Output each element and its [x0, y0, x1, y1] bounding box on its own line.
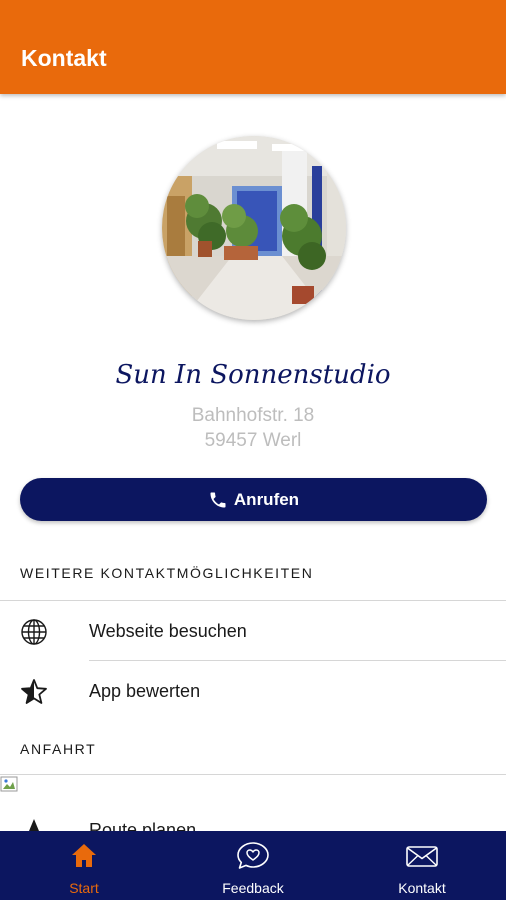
nav-tab-feedback[interactable]: Feedback	[169, 831, 337, 900]
address-city: 59457 Werl	[204, 430, 302, 451]
business-name: Sun In Sonnenstudio	[115, 360, 391, 390]
call-button[interactable]: Anrufen	[20, 478, 487, 521]
heart-chat-icon	[237, 842, 269, 869]
star-half-icon	[21, 679, 47, 704]
nav-tab-feedback-label: Feedback	[222, 880, 284, 896]
app-bar: Kontakt	[0, 0, 506, 94]
address-street: Bahnhofstr. 18	[191, 405, 315, 426]
visit-website-label: Webseite besuchen	[89, 621, 247, 641]
phone-icon	[210, 492, 226, 507]
call-button-label: Anrufen	[233, 489, 300, 509]
nav-tab-start-label: Start	[69, 880, 99, 896]
bottom-navigation: Start Feedback Kontakt	[0, 831, 506, 900]
home-icon	[72, 844, 96, 867]
globe-icon	[21, 619, 47, 645]
visit-website-item[interactable]: Webseite besuchen	[0, 601, 506, 661]
map-image-placeholder-icon	[0, 776, 18, 792]
page-title: Kontakt	[21, 45, 107, 71]
divider	[0, 774, 506, 775]
section-header-directions: ANFAHRT	[20, 741, 97, 757]
nav-tab-start[interactable]: Start	[0, 831, 168, 900]
rate-app-label: App bewerten	[89, 681, 201, 701]
studio-photo	[162, 136, 346, 320]
mail-icon	[406, 846, 438, 867]
section-header-more-contact: WEITERE KONTAKTMÖGLICHKEITEN	[20, 565, 314, 581]
nav-tab-contact[interactable]: Kontakt	[338, 831, 506, 900]
nav-tab-contact-label: Kontakt	[398, 880, 446, 896]
rate-app-item[interactable]: App bewerten	[0, 661, 506, 721]
